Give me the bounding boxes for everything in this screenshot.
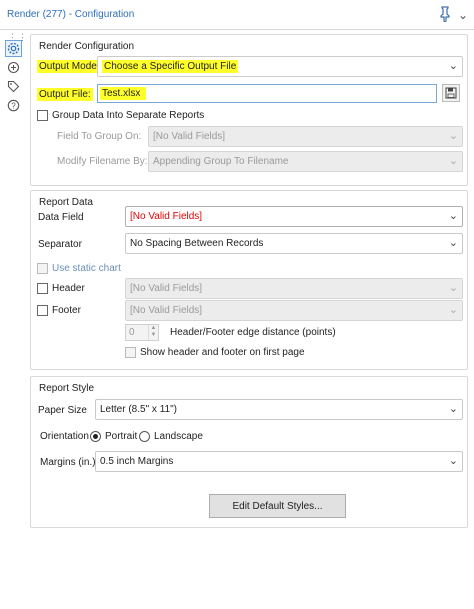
header-label: Header (52, 283, 85, 294)
separator-select[interactable]: No Spacing Between Records ⌄ (125, 233, 463, 254)
static-chart-label: Use static chart (52, 263, 121, 274)
title-bar: Render (277) - Configuration ⌄ (0, 0, 474, 30)
field-to-group-value: [No Valid Fields] (153, 131, 226, 142)
pin-icon[interactable] (438, 6, 452, 23)
tag-icon[interactable] (5, 78, 22, 95)
paper-size-value: Letter (8.5" x 11") (100, 404, 177, 415)
collapse-chevron-icon[interactable]: ⌄ (458, 8, 468, 22)
output-mode-value: Choose a Specific Output File (102, 60, 239, 73)
chevron-down-icon: ⌄ (448, 60, 458, 72)
header-value: [No Valid Fields] (130, 283, 203, 294)
data-field-label: Data Field (38, 212, 84, 223)
side-toolbar: ⋮⋮ ? (0, 30, 28, 609)
render-configuration-group: Render Configuration Output Mode: Choose… (30, 34, 468, 186)
landscape-radio[interactable] (139, 431, 150, 442)
modify-filename-label: Modify Filename By: (57, 156, 148, 167)
save-icon (445, 87, 457, 99)
modify-filename-select[interactable]: Appending Group To Filename ⌄ (148, 151, 463, 172)
chevron-down-icon: ⌄ (448, 403, 458, 415)
header-select[interactable]: [No Valid Fields] ⌄ (125, 278, 463, 299)
chevron-down-icon: ⌄ (448, 304, 458, 316)
group-data-label: Group Data Into Separate Reports (52, 110, 205, 121)
margins-value: 0.5 inch Margins (100, 456, 174, 467)
edge-distance-label: Header/Footer edge distance (points) (170, 327, 336, 338)
report-style-group: Report Style Paper Size Letter (8.5" x 1… (30, 376, 468, 528)
output-mode-label: Output Mode: (37, 60, 102, 73)
report-data-title: Report Data (39, 197, 93, 208)
field-to-group-select[interactable]: [No Valid Fields] ⌄ (148, 126, 463, 147)
output-file-label: Output File: (37, 88, 93, 101)
margins-select[interactable]: 0.5 inch Margins ⌄ (95, 451, 463, 472)
svg-text:?: ? (11, 101, 16, 110)
static-chart-checkbox[interactable] (37, 263, 48, 274)
show-first-page-label: Show header and footer on first page (140, 347, 305, 358)
paper-size-label: Paper Size (38, 405, 87, 416)
chevron-down-icon: ⌄ (448, 130, 458, 142)
output-file-input[interactable]: Test.xlsx (97, 84, 437, 103)
annotation-icon[interactable] (5, 59, 22, 76)
modify-filename-value: Appending Group To Filename (153, 156, 289, 167)
edge-distance-value: 0 (129, 327, 135, 338)
footer-checkbox[interactable] (37, 305, 48, 316)
paper-size-select[interactable]: Letter (8.5" x 11") ⌄ (95, 399, 463, 420)
separator-value: No Spacing Between Records (130, 238, 264, 249)
configuration-gear-icon[interactable] (5, 40, 22, 57)
group-data-checkbox[interactable] (37, 110, 48, 121)
portrait-radio[interactable] (90, 431, 101, 442)
chevron-down-icon: ⌄ (448, 455, 458, 467)
stepper-arrows-icon[interactable]: ▲ ▼ (148, 325, 158, 340)
chevron-down-icon: ⌄ (448, 155, 458, 167)
edit-default-styles-button[interactable]: Edit Default Styles... (209, 494, 346, 518)
footer-label: Footer (52, 305, 81, 316)
edge-distance-stepper[interactable]: 0 ▲ ▼ (125, 324, 159, 341)
render-configuration-title: Render Configuration (39, 41, 135, 52)
data-field-select[interactable]: [No Valid Fields] ⌄ (125, 206, 463, 227)
margins-label: Margins (in.) (40, 457, 96, 468)
chevron-down-icon: ⌄ (448, 237, 458, 249)
output-file-value: Test.xlsx (100, 87, 147, 100)
header-checkbox[interactable] (37, 283, 48, 294)
data-field-value: [No Valid Fields] (130, 211, 203, 222)
footer-value: [No Valid Fields] (130, 305, 203, 316)
orientation-label: Orientation (40, 431, 89, 442)
output-mode-select[interactable]: Choose a Specific Output File ⌄ (97, 56, 463, 77)
show-first-page-checkbox[interactable] (125, 347, 136, 358)
chevron-down-icon: ⌄ (448, 282, 458, 294)
report-style-title: Report Style (39, 383, 95, 394)
chevron-down-icon: ⌄ (448, 210, 458, 222)
separator-label: Separator (38, 239, 82, 250)
portrait-label: Portrait (105, 431, 138, 442)
report-data-group: Report Data Data Field [No Valid Fields]… (30, 190, 468, 370)
help-icon[interactable]: ? (5, 97, 22, 114)
landscape-label: Landscape (154, 431, 203, 442)
field-to-group-label: Field To Group On: (57, 131, 142, 142)
save-file-button[interactable] (442, 84, 460, 102)
footer-select[interactable]: [No Valid Fields] ⌄ (125, 300, 463, 321)
window-title: Render (277) - Configuration (7, 9, 135, 20)
